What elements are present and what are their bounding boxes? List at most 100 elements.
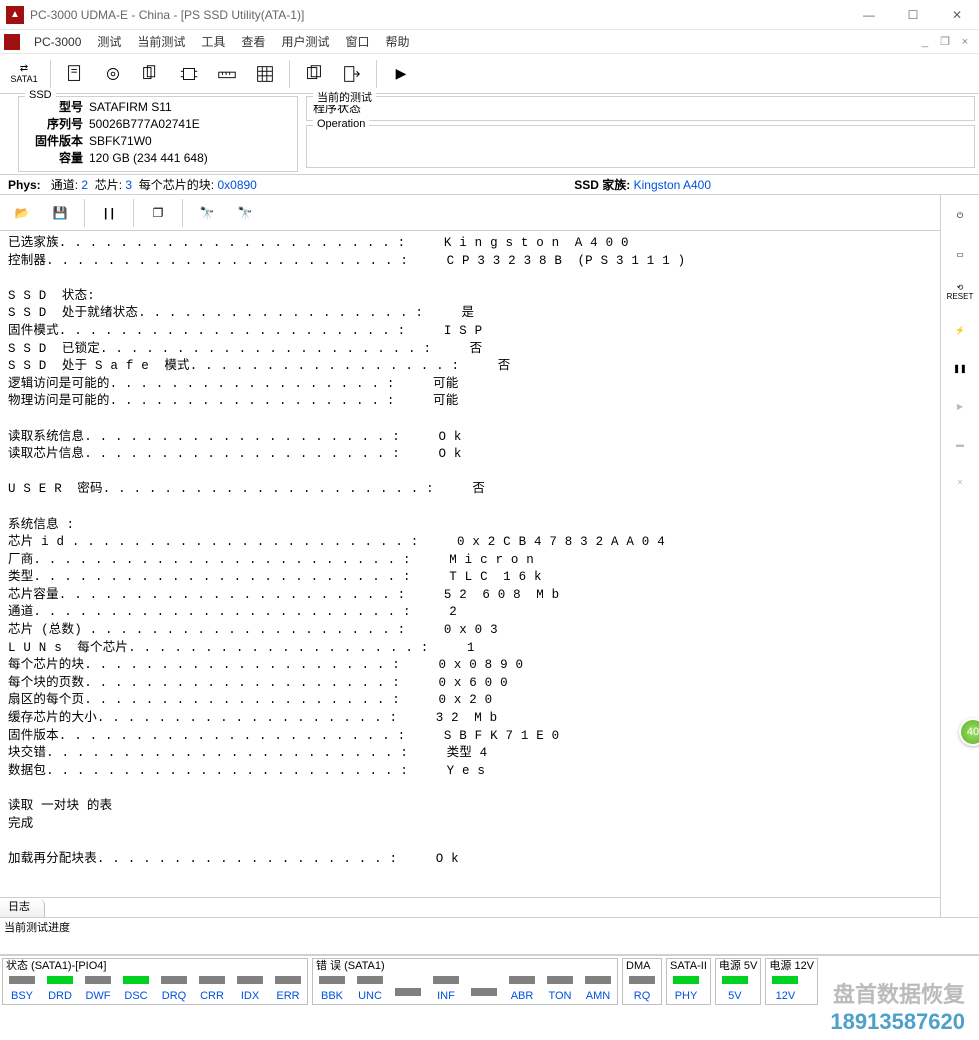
- family-label: SSD 家族:: [574, 176, 630, 193]
- titlebar: ▲ PC-3000 UDMA-E - China - [PS SSD Utili…: [0, 0, 979, 30]
- tb-btn-2[interactable]: [95, 57, 131, 91]
- status-group-title: SATA-II: [667, 959, 710, 973]
- side-connect-button[interactable]: ⚡: [943, 313, 977, 347]
- status-cell-label: BBK: [321, 990, 343, 1002]
- status-cell-ERR: ERR: [269, 973, 307, 1004]
- side-pause-button[interactable]: ❚❚: [943, 351, 977, 385]
- menu-test[interactable]: 测试: [89, 31, 129, 53]
- pause-icon: ❚❚: [953, 364, 966, 373]
- side-chip-button[interactable]: ▭: [943, 237, 977, 271]
- sata-port-button[interactable]: ⇄ SATA1: [4, 57, 44, 91]
- led-icon: [471, 988, 497, 996]
- tb-btn-8[interactable]: [334, 57, 370, 91]
- tb-btn-7[interactable]: [296, 57, 332, 91]
- chip-label: 芯片:: [95, 176, 122, 193]
- status-cell-label: DSC: [124, 990, 147, 1002]
- status-cell-ABR: ABR: [503, 973, 541, 1004]
- status-cell-12V: 12V: [766, 973, 804, 1004]
- menu-tools[interactable]: 工具: [193, 31, 233, 53]
- menu-user-test[interactable]: 用户测试: [273, 31, 337, 53]
- status-group-title: DMA: [623, 959, 661, 973]
- status-group-g3: DMA RQ: [622, 958, 662, 1005]
- plug-icon: ⚡: [955, 326, 965, 335]
- ssd-info-box: SSD 型号SATAFIRM S11 序列号50026B777A02741E 固…: [18, 96, 298, 172]
- operation-legend: Operation: [313, 118, 369, 130]
- gear-icon: [102, 63, 124, 85]
- tb-btn-6[interactable]: [247, 57, 283, 91]
- tb-play-button[interactable]: ▶: [383, 57, 419, 91]
- menu-help[interactable]: 帮助: [377, 31, 417, 53]
- status-cell-label: CRR: [200, 990, 224, 1002]
- progress-label: 当前测试进度: [0, 918, 979, 936]
- save-icon: 💾: [53, 206, 68, 220]
- chip-icon: [178, 63, 200, 85]
- channel-value: 2: [81, 178, 88, 192]
- log-pause-button[interactable]: | |: [91, 196, 127, 230]
- main-area: 📂 💾 | | ❐ 🔭 🔭 已选家族. . . . . . . . . . . …: [0, 195, 979, 917]
- log-find-button[interactable]: 🔭: [189, 196, 225, 230]
- connector-icon: ⇄: [20, 63, 28, 74]
- tb-btn-4[interactable]: [171, 57, 207, 91]
- side-reset-button[interactable]: ⟲RESET: [943, 275, 977, 309]
- side-chip2-button[interactable]: ▬: [943, 427, 977, 461]
- maximize-button[interactable]: ☐: [891, 0, 935, 30]
- status-group-g6: 电源 12V12V: [765, 958, 818, 1005]
- sata-port-label: SATA1: [10, 74, 37, 84]
- app-logo-icon: ▲: [6, 6, 24, 24]
- minimize-button[interactable]: —: [847, 0, 891, 30]
- log-tab[interactable]: 日志: [0, 899, 45, 917]
- mdi-minimize-button[interactable]: _: [915, 33, 935, 51]
- fw-value: SBFK71W0: [89, 133, 152, 150]
- side-power-button[interactable]: ⏻: [943, 199, 977, 233]
- tools-icon: ✕: [957, 478, 964, 487]
- menu-window[interactable]: 窗口: [337, 31, 377, 53]
- mdi-restore-button[interactable]: ❐: [935, 33, 955, 51]
- status-group-title: 错 误 (SATA1): [313, 959, 617, 973]
- led-icon: [275, 976, 301, 984]
- log-tab-bar: 日志: [0, 897, 940, 917]
- log-save-button[interactable]: 💾: [42, 196, 78, 230]
- menu-app[interactable]: PC-3000: [26, 31, 89, 53]
- current-test-box: 当前的测试 程序状态 Operation: [306, 96, 975, 172]
- tb-btn-3[interactable]: [133, 57, 169, 91]
- log-copy-button[interactable]: ❐: [140, 196, 176, 230]
- documents-icon: [140, 63, 162, 85]
- copy-icon: [303, 63, 325, 85]
- led-icon: [395, 988, 421, 996]
- side-tools-button[interactable]: ✕: [943, 465, 977, 499]
- status-cell-DWF: DWF: [79, 973, 117, 1004]
- status-cell-BBK: BBK: [313, 973, 351, 1004]
- tb-btn-1[interactable]: [57, 57, 93, 91]
- led-icon: [433, 976, 459, 984]
- led-icon: [585, 976, 611, 984]
- close-button[interactable]: ✕: [935, 0, 979, 30]
- grid-icon: [254, 63, 276, 85]
- copy-icon: ❐: [153, 206, 164, 220]
- status-cell-label: ERR: [276, 990, 299, 1002]
- log-open-button[interactable]: 📂: [4, 196, 40, 230]
- green-badge[interactable]: 40: [959, 718, 979, 746]
- log-find-next-button[interactable]: 🔭: [227, 196, 263, 230]
- side-toolbar: ⏻ ▭ ⟲RESET ⚡ ❚❚ ▶ ▬ ✕: [941, 195, 979, 917]
- binoculars-icon: 🔭: [200, 206, 215, 220]
- status-cell-AMN: AMN: [579, 973, 617, 1004]
- status-group-title: 电源 12V: [766, 959, 817, 973]
- exit-icon: [341, 63, 363, 85]
- status-cell-label: BSY: [11, 990, 33, 1002]
- status-cell-label: DRD: [48, 990, 72, 1002]
- menu-current-test[interactable]: 当前测试: [129, 31, 193, 53]
- status-cell-PHY: PHY: [667, 973, 705, 1004]
- chip-icon: ▭: [956, 250, 964, 259]
- tb-btn-5[interactable]: [209, 57, 245, 91]
- current-test-legend: 当前的测试: [313, 89, 376, 105]
- mdi-close-button[interactable]: ×: [955, 33, 975, 51]
- watermark-text2: 18913587620: [830, 1009, 965, 1035]
- status-cell-label: RQ: [634, 990, 651, 1002]
- channel-label: 通道:: [51, 176, 78, 193]
- binoculars-next-icon: 🔭: [238, 206, 253, 220]
- status-cell-5V: 5V: [716, 973, 754, 1004]
- log-content[interactable]: 已选家族. . . . . . . . . . . . . . . . . . …: [0, 231, 940, 897]
- side-play-button[interactable]: ▶: [943, 389, 977, 423]
- status-group-title: 状态 (SATA1)-[PIO4]: [3, 959, 307, 973]
- menu-view[interactable]: 查看: [233, 31, 273, 53]
